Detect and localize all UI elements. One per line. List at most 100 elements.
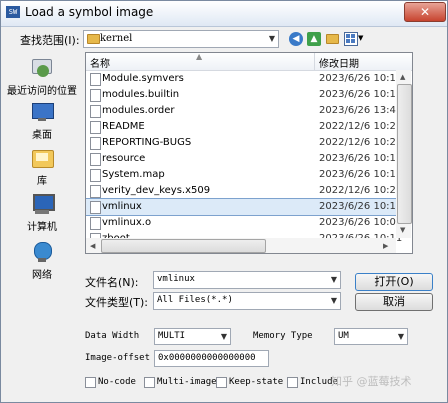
file-icon — [90, 105, 101, 118]
file-date: 2023/6/26 10:10 — [319, 89, 403, 100]
file-icon — [90, 185, 101, 198]
title-bar: SW Load a symbol image ✕ — [1, 1, 447, 27]
filetype-label: 文件类型(T): — [85, 296, 149, 309]
scroll-right-icon[interactable]: ▶ — [383, 242, 388, 250]
cancel-button[interactable]: 取消 — [355, 293, 433, 311]
new-folder-icon[interactable] — [326, 34, 339, 44]
file-date: 2022/12/6 10:24 — [319, 137, 403, 148]
image-offset-input[interactable]: 0x0000000000000000 — [154, 350, 269, 367]
multi-image-label: Multi-image — [157, 377, 217, 387]
chevron-down-icon[interactable]: ▼ — [331, 275, 337, 284]
filetype-select[interactable]: All Files(*.*) ▼ — [153, 292, 341, 310]
file-row[interactable]: verity_dev_keys.x509 2022/12/6 10:22 — [86, 183, 402, 199]
keep-state-label: Keep-state — [229, 377, 284, 387]
chevron-down-icon[interactable]: ▼ — [331, 296, 337, 305]
file-name: resource — [102, 153, 146, 164]
vertical-scrollbar[interactable]: ▲ ▼ — [396, 70, 412, 238]
open-button[interactable]: 打开(O) — [355, 273, 433, 291]
column-divider[interactable] — [314, 53, 315, 70]
memory-type-value: UM — [338, 331, 349, 341]
file-name: modules.builtin — [102, 89, 180, 100]
file-name: Module.symvers — [102, 73, 184, 84]
up-folder-icon[interactable]: ▲ — [307, 32, 321, 46]
window-title: Load a symbol image — [25, 5, 154, 19]
file-row[interactable]: vmlinux.o 2023/6/26 10:09 — [86, 215, 402, 231]
chevron-down-icon[interactable]: ▼ — [398, 332, 404, 341]
scroll-up-icon[interactable]: ▲ — [400, 73, 405, 81]
file-icon — [90, 89, 101, 102]
file-row[interactable]: modules.order 2023/6/26 13:48 — [86, 103, 402, 119]
file-date: 2023/6/26 10:11 — [319, 73, 403, 84]
computer-icon — [29, 193, 55, 215]
scroll-down-icon[interactable]: ▼ — [400, 226, 405, 234]
scroll-left-icon[interactable]: ◀ — [90, 242, 95, 250]
filename-input[interactable]: vmlinux ▼ — [153, 271, 341, 289]
lookin-combo[interactable]: kernel ▼ — [83, 30, 279, 48]
file-icon — [90, 201, 101, 214]
chevron-down-icon[interactable]: ▼ — [221, 332, 227, 341]
sidebar-item-label: 计算机 — [27, 222, 57, 233]
sort-ascending-icon: ▲ — [196, 52, 203, 61]
data-width-value: MULTI — [158, 331, 186, 341]
image-offset-label: Image-offset — [85, 353, 151, 363]
image-offset-value: 0x0000000000000000 — [158, 353, 256, 363]
file-name: vmlinux — [102, 201, 142, 212]
sidebar-item-label: 库 — [37, 176, 47, 187]
filetype-value: All Files(*.*) — [157, 295, 233, 305]
no-code-checkbox[interactable] — [85, 377, 96, 388]
sidebar-item-network[interactable]: 网络 — [5, 241, 79, 281]
file-date: 2023/6/26 10:09 — [319, 217, 403, 228]
file-date: 2023/6/26 10:10 — [319, 169, 403, 180]
include-checkbox[interactable] — [287, 377, 298, 388]
file-date: 2022/12/6 10:24 — [319, 121, 403, 132]
vertical-scroll-thumb[interactable] — [397, 84, 412, 224]
file-name: verity_dev_keys.x509 — [102, 185, 211, 196]
view-chevron-icon[interactable]: ▼ — [358, 34, 363, 42]
file-row[interactable]: Module.symvers 2023/6/26 10:11 — [86, 71, 402, 87]
column-header-date[interactable]: 修改日期 — [319, 55, 359, 70]
file-name: System.map — [102, 169, 165, 180]
desktop-icon — [29, 101, 55, 123]
sidebar-item-recent[interactable]: 最近访问的位置 — [5, 57, 79, 97]
file-row[interactable]: System.map 2023/6/26 10:10 — [86, 167, 402, 183]
file-row[interactable]: resource 2023/6/26 10:11 — [86, 151, 402, 167]
back-icon[interactable]: ◀ — [289, 32, 303, 46]
file-row[interactable]: modules.builtin 2023/6/26 10:10 — [86, 87, 402, 103]
watermark: 知乎 @蓝莓技术 — [331, 375, 412, 388]
memory-type-select[interactable]: UM ▼ — [334, 328, 408, 345]
multi-image-checkbox[interactable] — [144, 377, 155, 388]
keep-state-checkbox[interactable] — [216, 377, 227, 388]
close-button[interactable]: ✕ — [404, 2, 446, 22]
sidebar-item-computer[interactable]: 计算机 — [5, 193, 79, 233]
sidebar-item-label: 桌面 — [32, 130, 52, 141]
view-menu-icon[interactable] — [344, 32, 358, 46]
sidebar-item-label: 网络 — [32, 270, 52, 281]
file-row[interactable]: README 2022/12/6 10:24 — [86, 119, 402, 135]
file-name: modules.order — [102, 105, 175, 116]
sidebar-item-libraries[interactable]: 库 — [5, 147, 79, 187]
recent-places-icon — [29, 57, 55, 79]
file-icon — [90, 121, 101, 134]
file-name: README — [102, 121, 145, 132]
file-icon — [90, 137, 101, 150]
file-date: 2023/6/26 10:11 — [319, 153, 403, 164]
folder-icon — [87, 34, 100, 44]
column-header-name[interactable]: 名称 — [90, 55, 110, 70]
sidebar-item-desktop[interactable]: 桌面 — [5, 101, 79, 141]
file-date: 2023/6/26 13:48 — [319, 105, 403, 116]
horizontal-scrollbar[interactable]: ◀ ▶ — [86, 238, 396, 253]
file-icon — [90, 73, 101, 86]
horizontal-scroll-thumb[interactable] — [101, 239, 266, 253]
data-width-select[interactable]: MULTI ▼ — [154, 328, 231, 345]
file-name: REPORTING-BUGS — [102, 137, 192, 148]
data-width-label: Data Width — [85, 331, 140, 341]
file-list-header: 名称 ▲ 修改日期 — [86, 53, 412, 71]
libraries-icon — [29, 147, 55, 169]
file-row[interactable]: vmlinux 2023/6/26 10:10 — [86, 198, 402, 216]
file-list[interactable]: 名称 ▲ 修改日期 Module.symvers 2023/6/26 10:11 m… — [85, 52, 413, 254]
file-icon — [90, 217, 101, 230]
memory-type-label: Memory Type — [253, 331, 313, 341]
filename-label: 文件名(N): — [85, 276, 139, 289]
file-row[interactable]: REPORTING-BUGS 2022/12/6 10:24 — [86, 135, 402, 151]
chevron-down-icon: ▼ — [268, 34, 275, 43]
